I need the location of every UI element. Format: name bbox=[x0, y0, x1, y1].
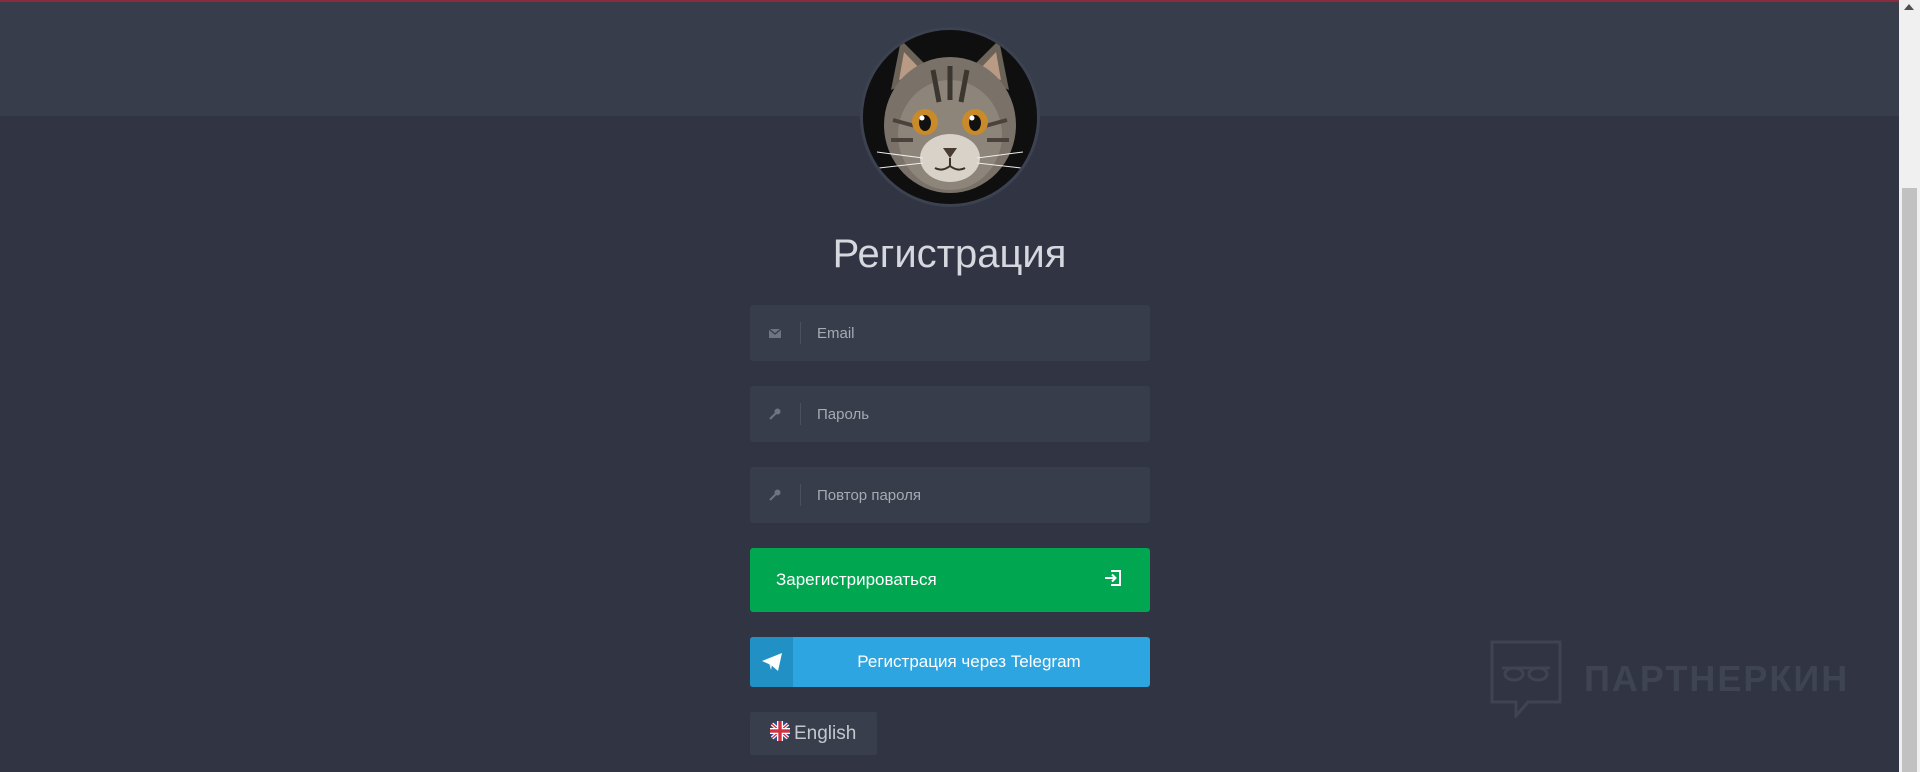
page-title: Регистрация bbox=[832, 232, 1067, 276]
password-field-wrapper bbox=[750, 385, 1150, 443]
register-button[interactable]: Зарегистрироваться bbox=[750, 548, 1150, 612]
key-icon bbox=[750, 386, 800, 442]
password-repeat-input[interactable] bbox=[801, 466, 1150, 524]
envelope-icon bbox=[750, 305, 800, 361]
watermark-logo-icon bbox=[1490, 640, 1562, 718]
uk-flag-icon bbox=[770, 720, 790, 747]
scroll-up-arrow-icon[interactable] bbox=[1904, 4, 1914, 10]
vertical-scrollbar[interactable] bbox=[1899, 0, 1920, 772]
language-selector[interactable]: English bbox=[750, 712, 877, 755]
scrollbar-thumb[interactable] bbox=[1902, 188, 1917, 772]
telegram-icon bbox=[750, 637, 793, 687]
key-icon bbox=[750, 467, 800, 523]
login-icon bbox=[1104, 569, 1122, 592]
password-repeat-field-wrapper bbox=[750, 466, 1150, 524]
register-button-label: Зарегистрироваться bbox=[776, 570, 937, 589]
watermark: ПАРТНЕРКИН bbox=[1490, 640, 1849, 718]
watermark-text: ПАРТНЕРКИН bbox=[1584, 658, 1850, 699]
avatar bbox=[860, 27, 1040, 207]
telegram-register-button[interactable]: Регистрация через Telegram bbox=[750, 637, 1150, 687]
email-field-wrapper bbox=[750, 304, 1150, 362]
telegram-register-label: Регистрация через Telegram bbox=[857, 652, 1081, 671]
password-input[interactable] bbox=[801, 385, 1150, 443]
cat-avatar-image bbox=[863, 30, 1037, 204]
language-label: English bbox=[794, 722, 857, 744]
email-input[interactable] bbox=[801, 304, 1150, 362]
